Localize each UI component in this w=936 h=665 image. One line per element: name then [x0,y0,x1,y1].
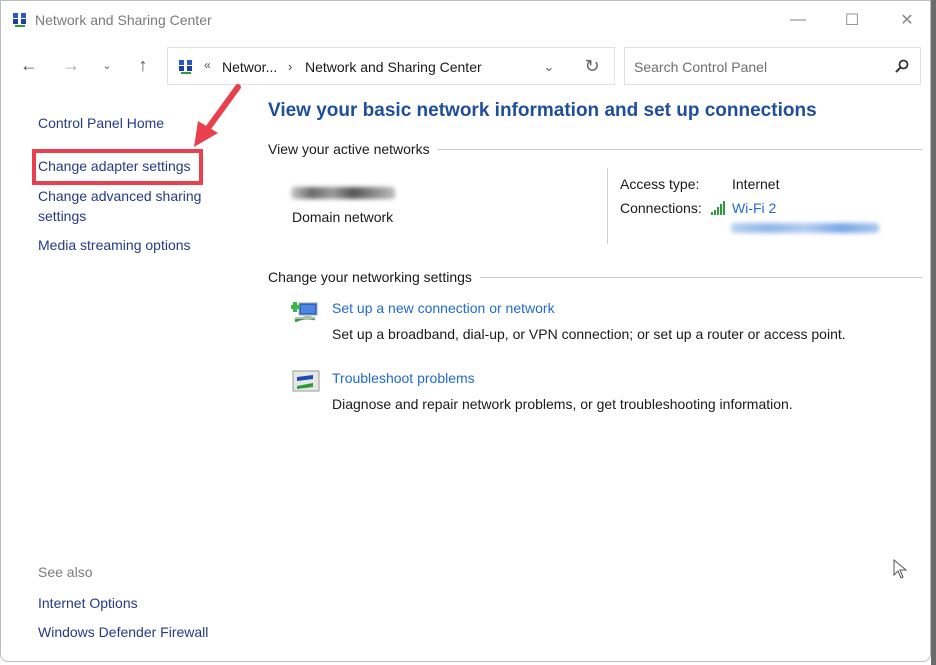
close-button[interactable]: ✕ [884,5,930,35]
navigation-bar: ← → ⌄ ↑ « Networ... › Network and Sharin… [1,43,931,87]
annotation-arrow-icon [194,84,241,147]
change-advanced-sharing-settings-link[interactable]: Change advanced sharing settings [38,186,218,226]
troubleshoot-problems-link[interactable]: Troubleshoot problems [332,370,475,386]
arrow-left-icon: ← [20,54,38,75]
vertical-divider [607,168,608,244]
forward-button[interactable]: → [59,51,83,79]
troubleshoot-icon [292,370,320,392]
minimize-button[interactable]: — [775,5,821,35]
page-title: View your basic network information and … [268,100,817,121]
breadcrumb-network[interactable]: Networ... [222,59,277,75]
refresh-button[interactable]: ↻ [581,55,603,77]
back-button[interactable]: ← [17,51,41,79]
up-button[interactable]: ↑ [131,51,155,79]
background-edge [931,0,936,665]
access-type-label: Access type: [620,176,700,192]
recent-locations-button[interactable]: ⌄ [95,51,119,79]
wifi-connection-link[interactable]: Wi-Fi 2 [732,200,776,216]
network-sharing-center-window: Network and Sharing Center — ☐ ✕ ← → ⌄ ↑… [0,0,931,662]
control-panel-home-link[interactable]: Control Panel Home [38,113,164,133]
see-also-heading: See also [38,564,93,580]
new-connection-icon [291,302,318,323]
mouse-cursor-icon [893,559,908,579]
breadcrumb-network-sharing-center[interactable]: Network and Sharing Center [305,59,482,75]
search-icon[interactable] [894,58,910,74]
maximize-button[interactable]: ☐ [829,5,875,35]
network-location-icon [179,60,192,74]
arrow-up-icon: ↑ [138,54,148,75]
network-type: Domain network [292,209,394,225]
connections-label: Connections: [620,200,702,216]
window-title: Network and Sharing Center [35,12,212,28]
overflow-breadcrumb-icon[interactable]: « [204,58,211,72]
change-settings-heading: Change your networking settings [268,269,472,285]
change-settings-section-header: Change your networking settings [268,269,922,285]
close-icon: ✕ [900,12,914,29]
wifi-signal-icon [711,201,725,215]
section-divider [437,148,922,150]
troubleshoot-problems-description: Diagnose and repair network problems, or… [332,396,793,412]
section-divider [479,276,922,278]
refresh-icon: ↻ [584,55,600,76]
address-bar[interactable]: « Networ... › Network and Sharing Center… [167,47,615,85]
active-networks-section-header: View your active networks [268,141,922,157]
ssid-redacted [731,223,879,233]
media-streaming-options-link[interactable]: Media streaming options [38,235,191,255]
title-bar: Network and Sharing Center — ☐ ✕ [1,5,931,35]
internet-options-link[interactable]: Internet Options [38,593,138,613]
network-app-icon [13,13,26,27]
network-name-redacted [291,187,395,199]
maximize-icon: ☐ [844,12,860,29]
breadcrumb-separator-icon[interactable]: › [288,59,292,74]
active-networks-heading: View your active networks [268,141,430,157]
windows-defender-firewall-link[interactable]: Windows Defender Firewall [38,622,208,642]
search-box[interactable]: Search Control Panel [624,47,921,85]
search-input[interactable]: Search Control Panel [634,59,767,75]
minimize-icon: — [790,11,806,28]
access-type-value: Internet [732,176,780,192]
annotation-highlight-box [32,149,203,185]
chevron-down-icon: ⌄ [543,59,555,74]
setup-new-connection-link[interactable]: Set up a new connection or network [332,300,555,316]
chevron-down-icon: ⌄ [102,59,112,72]
setup-new-connection-description: Set up a broadband, dial-up, or VPN conn… [332,326,846,342]
address-dropdown-button[interactable]: ⌄ [538,56,560,78]
arrow-right-icon: → [62,54,80,75]
